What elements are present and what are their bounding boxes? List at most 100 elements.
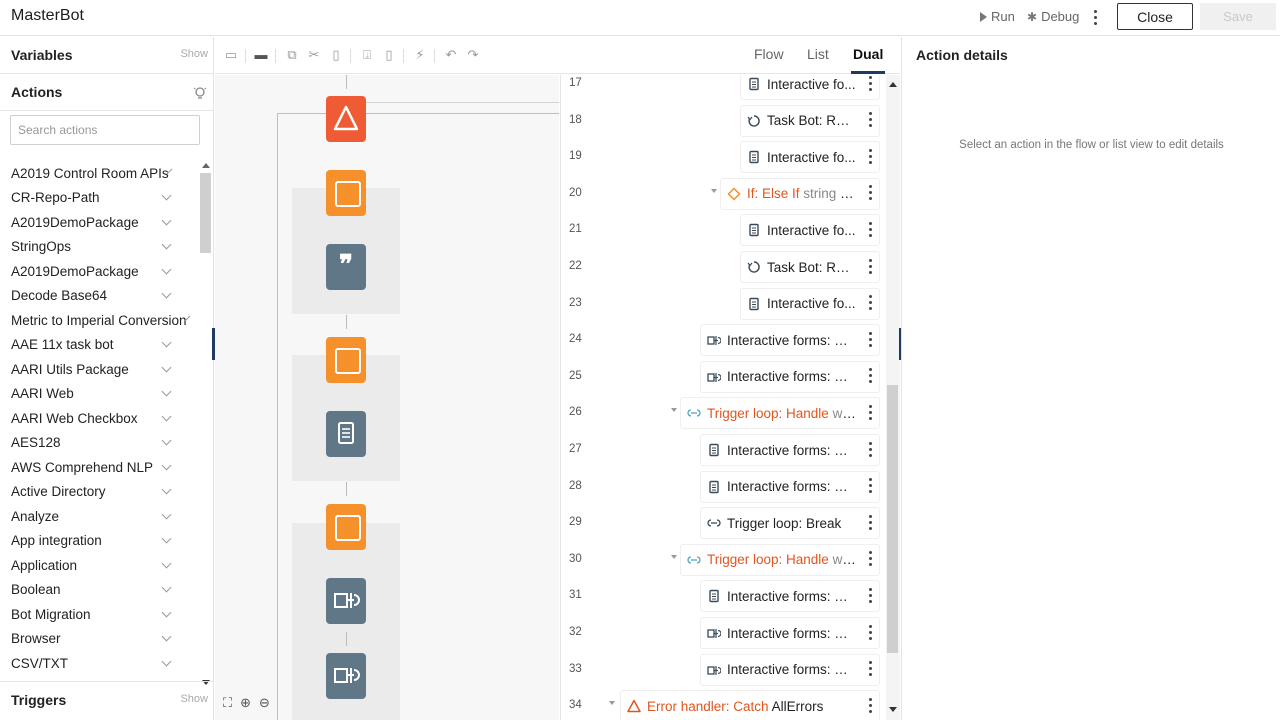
collapse-icon[interactable] bbox=[671, 408, 677, 413]
package-list-scrollbar[interactable] bbox=[199, 161, 213, 685]
chevron-down-icon[interactable] bbox=[161, 484, 172, 495]
more-menu-icon[interactable] bbox=[1090, 8, 1100, 26]
more-options-icon[interactable] bbox=[865, 111, 875, 129]
zoom-out-icon[interactable]: ⊖ bbox=[259, 695, 270, 711]
action-item[interactable]: Interactive fo... bbox=[741, 288, 879, 319]
action-item[interactable]: Interactive forms: Dis... bbox=[701, 325, 879, 356]
paste-below-icon[interactable]: ▯ bbox=[381, 47, 397, 63]
action-item[interactable]: Interactive forms: Cl... bbox=[701, 471, 879, 502]
package-item[interactable]: AAE 11x task bot bbox=[0, 333, 198, 358]
action-item[interactable]: Interactive forms: Re... bbox=[701, 581, 879, 612]
more-options-icon[interactable] bbox=[865, 294, 875, 312]
tab-flow[interactable]: Flow bbox=[754, 46, 784, 62]
package-item[interactable]: A2019 Control Room APIs bbox=[0, 161, 198, 186]
chevron-down-icon[interactable] bbox=[161, 558, 172, 569]
more-options-icon[interactable] bbox=[865, 367, 875, 385]
package-item[interactable]: Browser bbox=[0, 627, 198, 652]
action-item[interactable]: If: Else If string $v... bbox=[721, 178, 879, 209]
cut-icon[interactable]: ✂ bbox=[306, 47, 322, 63]
scrollbar-thumb[interactable] bbox=[887, 385, 898, 653]
more-options-icon[interactable] bbox=[865, 623, 875, 641]
flow-canvas[interactable]: ❞ bbox=[215, 75, 559, 720]
package-item[interactable]: Bot Migration bbox=[0, 602, 198, 627]
action-item[interactable]: Interactive forms: Re... bbox=[701, 435, 879, 465]
run-button[interactable]: Run bbox=[980, 9, 1015, 24]
more-options-icon[interactable] bbox=[865, 147, 875, 165]
more-options-icon[interactable] bbox=[865, 696, 875, 714]
search-actions-input[interactable] bbox=[10, 115, 200, 145]
debug-button[interactable]: ✱ Debug bbox=[1027, 9, 1079, 24]
more-options-icon[interactable] bbox=[865, 586, 875, 604]
step-node[interactable] bbox=[326, 337, 366, 383]
package-item[interactable]: Active Directory bbox=[0, 480, 198, 505]
chevron-down-icon[interactable] bbox=[161, 509, 172, 520]
more-options-icon[interactable] bbox=[865, 513, 875, 531]
more-options-icon[interactable] bbox=[865, 184, 875, 202]
error-handler-node[interactable] bbox=[326, 96, 366, 142]
disable-icon[interactable]: ⚡ bbox=[412, 47, 428, 63]
chevron-down-icon[interactable] bbox=[161, 288, 172, 299]
package-item[interactable]: App integration bbox=[0, 529, 198, 554]
chevron-down-icon[interactable] bbox=[161, 362, 172, 373]
redo-icon[interactable]: ↷ bbox=[465, 47, 481, 63]
chevron-down-icon[interactable] bbox=[161, 631, 172, 642]
scroll-up-icon[interactable] bbox=[889, 82, 897, 87]
chevron-down-icon[interactable] bbox=[161, 607, 172, 618]
chevron-down-icon[interactable] bbox=[161, 656, 172, 667]
more-options-icon[interactable] bbox=[865, 550, 875, 568]
more-options-icon[interactable] bbox=[865, 75, 875, 92]
fit-screen-icon[interactable]: ⛶ bbox=[223, 695, 232, 711]
package-item[interactable]: Decode Base64 bbox=[0, 284, 198, 309]
tab-list[interactable]: List bbox=[807, 46, 829, 62]
chevron-down-icon[interactable] bbox=[161, 582, 172, 593]
scroll-down-icon[interactable] bbox=[889, 707, 897, 712]
action-item[interactable]: Interactive forms: Dis... bbox=[701, 654, 879, 685]
package-item[interactable]: A2019DemoPackage bbox=[0, 259, 198, 284]
action-item[interactable]: Interactive forms: Dis... bbox=[701, 361, 879, 392]
action-item[interactable]: Task Bot: Run... bbox=[741, 105, 879, 136]
action-item[interactable]: Interactive fo... bbox=[741, 215, 879, 246]
collapse-icon[interactable] bbox=[671, 554, 677, 559]
undo-icon[interactable]: ↶ bbox=[443, 47, 459, 63]
chevron-down-icon[interactable] bbox=[161, 337, 172, 348]
tab-dual[interactable]: Dual bbox=[850, 46, 886, 74]
package-item[interactable]: StringOps bbox=[0, 235, 198, 260]
package-item[interactable]: Metric to Imperial Conversion bbox=[0, 308, 198, 333]
scroll-up-icon[interactable] bbox=[202, 163, 210, 168]
more-options-icon[interactable] bbox=[865, 220, 875, 238]
chevron-down-icon[interactable] bbox=[161, 435, 172, 446]
step-node[interactable] bbox=[326, 504, 366, 550]
package-item[interactable]: AARI Utils Package bbox=[0, 357, 198, 382]
package-item[interactable]: Boolean bbox=[0, 578, 198, 603]
package-item[interactable]: AWS Comprehend NLP bbox=[0, 455, 198, 480]
more-options-icon[interactable] bbox=[865, 403, 875, 421]
close-button[interactable]: Close bbox=[1117, 3, 1193, 30]
action-item[interactable]: Interactive fo... bbox=[741, 75, 879, 99]
display-form-node[interactable] bbox=[326, 653, 366, 699]
package-item[interactable]: CSV/TXT bbox=[0, 651, 198, 676]
chevron-down-icon[interactable] bbox=[161, 215, 172, 226]
chevron-down-icon[interactable] bbox=[161, 533, 172, 544]
chevron-down-icon[interactable] bbox=[161, 264, 172, 275]
copy-icon[interactable]: ⧉ bbox=[284, 47, 300, 63]
more-options-icon[interactable] bbox=[865, 660, 875, 678]
form-node[interactable] bbox=[326, 411, 366, 457]
package-item[interactable]: CR-Repo-Path bbox=[0, 186, 198, 211]
zoom-in-icon[interactable]: ⊕ bbox=[240, 695, 251, 711]
screen-icon[interactable]: ▬ bbox=[253, 47, 269, 63]
more-options-icon[interactable] bbox=[865, 440, 875, 458]
display-form-node[interactable] bbox=[326, 578, 366, 624]
chevron-down-icon[interactable] bbox=[161, 190, 172, 201]
triggers-show-link[interactable]: Show bbox=[180, 693, 208, 705]
chevron-down-icon[interactable] bbox=[161, 460, 172, 471]
collapse-icon[interactable] bbox=[711, 188, 717, 193]
chevron-down-icon[interactable] bbox=[161, 239, 172, 250]
save-button[interactable]: Save bbox=[1200, 3, 1276, 30]
more-options-icon[interactable] bbox=[865, 330, 875, 348]
action-item[interactable]: Trigger loop: Break bbox=[701, 508, 879, 539]
package-item[interactable]: AARI Web bbox=[0, 382, 198, 407]
action-item[interactable]: Error handler: Catch AllErrors bbox=[621, 691, 879, 720]
paste-above-icon[interactable]: ⍗ bbox=[359, 47, 375, 63]
chevron-down-icon[interactable] bbox=[161, 386, 172, 397]
step-node[interactable] bbox=[326, 170, 366, 216]
